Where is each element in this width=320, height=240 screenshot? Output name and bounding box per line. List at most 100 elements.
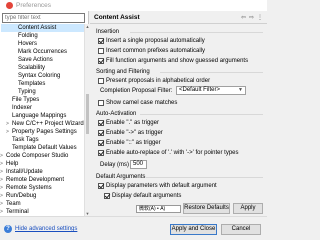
tree-item-team[interactable]: > Team	[0, 200, 21, 208]
tree-item-label: Team	[6, 201, 21, 207]
page-header: Content Assist ⇦ ⇨ ⋮	[90, 11, 267, 24]
checkbox-box[interactable]	[98, 183, 104, 189]
group-divider	[160, 72, 263, 73]
tree-item-terminal[interactable]: > Terminal	[0, 208, 29, 216]
proposal-filter-label: Completion Proposal Filter:	[100, 88, 173, 94]
checkbox-label: Fill function arguments and show guessed…	[106, 58, 249, 64]
tree-item-file-types[interactable]: File Types	[12, 96, 39, 104]
tree-item-templates[interactable]: Templates	[18, 80, 45, 88]
checkbox-label: Enable "." as trigger	[106, 120, 159, 126]
tree-item-folding[interactable]: Folding	[18, 32, 38, 40]
checkbox-box[interactable]	[98, 38, 104, 44]
tree-item-syntax-coloring[interactable]: Syntax Coloring	[18, 72, 60, 80]
checkbox-label: Insert a single proposal automatically	[106, 38, 205, 44]
restore-defaults-button[interactable]: Restore Defaults	[183, 203, 230, 214]
app-icon	[6, 2, 13, 9]
checkbox-label: Insert common prefixes automatically	[106, 48, 206, 54]
tree-item-label: Property Pages Settings	[12, 129, 77, 135]
fill-function-arguments-checkbox[interactable]: Fill function arguments and show guessed…	[98, 57, 248, 65]
select-value: <Default Filter>	[179, 87, 221, 93]
tree-item-indexer[interactable]: Indexer	[12, 104, 32, 112]
tree-item-label: Remote Development	[6, 177, 65, 183]
auto-activation-group-title: Auto-Activation	[96, 111, 137, 117]
tree-item-label: Terminal	[6, 209, 29, 215]
hide-advanced-settings-link[interactable]: Hide advanced settings	[15, 226, 77, 232]
tree-item-scalability[interactable]: Scalability	[18, 64, 45, 72]
tree-item-typing[interactable]: Typing	[18, 88, 36, 96]
checkbox-box[interactable]	[98, 78, 104, 84]
tree-item-remote-development[interactable]: > Remote Development	[0, 176, 64, 184]
apply-button[interactable]: Apply	[233, 203, 263, 214]
checkbox-label: Present proposals in alphabetical order	[106, 78, 211, 84]
ime-status-bar: 微软(A) • A)	[136, 205, 181, 213]
default-arguments-group-title: Default Arguments	[96, 174, 146, 180]
tree-item-hovers[interactable]: Hovers	[18, 40, 37, 48]
tree-item-mark-occurrences[interactable]: Mark Occurrences	[18, 48, 67, 56]
checkbox-box[interactable]	[98, 130, 104, 136]
camel-case-checkbox[interactable]: Show camel case matches	[98, 99, 177, 107]
filter-input[interactable]	[2, 13, 85, 23]
help-icon[interactable]: ?	[4, 225, 12, 233]
group-divider	[130, 32, 263, 33]
insert-common-prefixes-checkbox[interactable]: Insert common prefixes automatically	[98, 47, 205, 55]
tree-scrollbar[interactable]: ▲ ▼	[84, 24, 89, 216]
group-divider	[146, 177, 263, 178]
scope-trigger-checkbox[interactable]: Enable "::" as trigger	[98, 139, 161, 147]
insertion-group-title: Insertion	[96, 29, 120, 35]
checkbox-box[interactable]	[98, 48, 104, 54]
delay-input[interactable]: 500	[130, 160, 147, 169]
tree-item-help[interactable]: > Help	[0, 160, 18, 168]
tree-item-label: New C/C++ Project Wizard	[12, 121, 84, 127]
tree-item-save-actions[interactable]: Save Actions	[18, 56, 53, 64]
apply-and-close-button[interactable]: Apply and Close	[170, 224, 217, 235]
tree-item-content-assist[interactable]: Content Assist	[1, 24, 84, 32]
page-nav: ⇦ ⇨ ⋮	[241, 14, 263, 21]
proposal-filter-select[interactable]: <Default Filter> ▼	[176, 86, 246, 95]
tree-item-remote-systems[interactable]: > Remote Systems	[0, 184, 52, 192]
insert-single-proposal-checkbox[interactable]: Insert a single proposal automatically	[98, 37, 205, 45]
window-title: Preferences	[16, 2, 52, 9]
tree-item-run-debug[interactable]: > Run/Debug	[0, 192, 36, 200]
checkbox-label: Display parameters with default argument	[106, 183, 217, 189]
tree-item-label: Code Composer Studio	[6, 153, 69, 159]
tree-item-label: Remote Systems	[6, 185, 52, 191]
back-arrow-icon[interactable]: ⇦	[241, 14, 246, 21]
checkbox-label: Display default arguments	[112, 193, 182, 199]
dialog-footer: ? Hide advanced settings Apply and Close…	[0, 216, 267, 240]
present-alphabetical-checkbox[interactable]: Present proposals in alphabetical order	[98, 77, 210, 85]
tree-item-template-default-values[interactable]: Template Default Values	[12, 144, 77, 152]
checkbox-label: Enable "::" as trigger	[106, 140, 161, 146]
checkbox-box[interactable]	[98, 140, 104, 146]
display-default-arguments-checkbox[interactable]: Display default arguments	[104, 192, 181, 200]
tree-item-install-update[interactable]: > Install/Update	[0, 168, 43, 176]
tree-item-label: Help	[6, 161, 19, 167]
arrow-trigger-checkbox[interactable]: Enable "->" as trigger	[98, 129, 163, 137]
checkbox-box[interactable]	[98, 100, 104, 106]
forward-arrow-icon[interactable]: ⇨	[249, 14, 254, 21]
checkbox-box[interactable]	[98, 120, 104, 126]
checkbox-label: Enable auto-replace of '.' with '->' for…	[106, 150, 239, 156]
tree-item-task-tags[interactable]: Task Tags	[12, 136, 39, 144]
page-title: Content Assist	[94, 13, 140, 21]
scrollbar-thumb[interactable]	[86, 94, 89, 134]
cancel-button[interactable]: Cancel	[221, 224, 261, 235]
checkbox-box[interactable]	[98, 150, 104, 156]
content-assist-page: Content Assist ⇦ ⇨ ⋮ Insertion Insert a …	[90, 11, 267, 216]
tree-item-property-pages[interactable]: > Property Pages Settings	[6, 128, 77, 136]
checkbox-box[interactable]	[104, 193, 110, 199]
checkbox-label: Show camel case matches	[106, 100, 178, 106]
tree-item-language-mappings[interactable]: Language Mappings	[12, 112, 66, 120]
sorting-group-title: Sorting and Filtering	[96, 69, 150, 75]
auto-replace-checkbox[interactable]: Enable auto-replace of '.' with '->' for…	[98, 149, 239, 157]
checkbox-label: Enable "->" as trigger	[106, 130, 163, 136]
checkbox-box[interactable]	[98, 58, 104, 64]
title-bar: Preferences	[0, 0, 267, 11]
dot-trigger-checkbox[interactable]: Enable "." as trigger	[98, 119, 159, 127]
menu-icon[interactable]: ⋮	[257, 14, 263, 21]
tree-item-label: Content Assist	[18, 25, 57, 31]
tree-item-label: Install/Update	[6, 169, 43, 175]
tree-item-new-cpp-wizard[interactable]: > New C/C++ Project Wizard	[6, 120, 84, 128]
group-divider	[140, 114, 263, 115]
display-parameters-checkbox[interactable]: Display parameters with default argument	[98, 182, 217, 190]
tree-item-code-composer-studio[interactable]: > Code Composer Studio	[0, 152, 68, 160]
